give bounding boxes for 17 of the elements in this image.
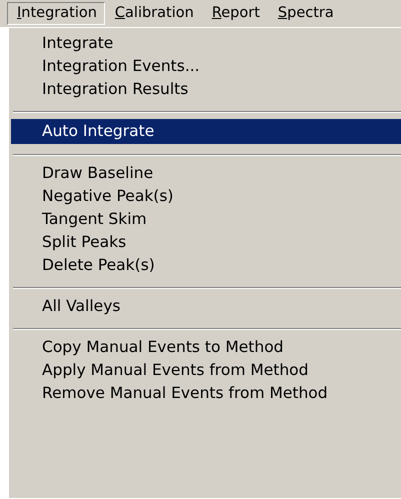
menu-item[interactable]: Delete Peak(s) [11, 254, 401, 277]
menu-bar-item[interactable]: Spectra [268, 2, 342, 25]
menu-item[interactable]: Draw Baseline [11, 162, 401, 185]
menu-item[interactable]: Negative Peak(s) [11, 185, 401, 208]
menu-item[interactable]: Remove Manual Events from Method [11, 382, 401, 405]
menu-item[interactable]: Apply Manual Events from Method [11, 359, 401, 382]
menu-bar-item[interactable]: Integration [7, 2, 105, 25]
menu-item[interactable]: Copy Manual Events to Method [11, 336, 401, 359]
menu-item[interactable]: Auto Integrate [11, 119, 401, 144]
menu-bar-item[interactable]: Report [202, 2, 268, 25]
menu-bar-item[interactable]: Calibration [104, 2, 202, 25]
menu-item[interactable]: Integrate [11, 32, 401, 55]
menu-item[interactable]: Integration Results [11, 78, 401, 101]
menu-item[interactable]: Split Peaks [11, 231, 401, 254]
menu-item[interactable]: Integration Events... [11, 55, 401, 78]
menu-item[interactable]: All Valleys [11, 295, 401, 318]
menu-item[interactable]: Tangent Skim [11, 208, 401, 231]
